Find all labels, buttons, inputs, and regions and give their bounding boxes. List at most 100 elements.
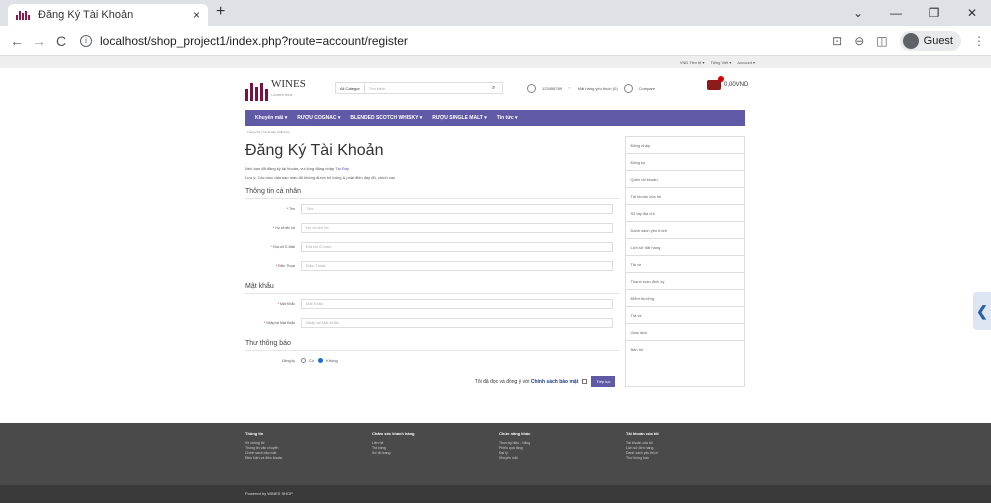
menu-item-promotions[interactable]: Khuyến mãi ▾ bbox=[255, 115, 287, 121]
browser-menu-icon[interactable]: ⋮ bbox=[973, 34, 985, 48]
cart-button[interactable]: 0,00VND bbox=[707, 76, 749, 90]
footer-link[interactable]: Thư thông báo bbox=[626, 456, 753, 461]
search-input[interactable]: Tìm kiếm bbox=[365, 86, 492, 91]
sidebar-item-wishlist[interactable]: Danh sách yêu thích bbox=[626, 222, 744, 239]
main-menu: Khuyến mãi ▾ RƯỢU COGNAC ▾ BLENDED SCOTC… bbox=[245, 110, 745, 126]
cart-total: 0,00VND bbox=[724, 82, 749, 88]
profile-label: Guest bbox=[923, 34, 953, 47]
sidebar-item-login[interactable]: Đăng nhập bbox=[626, 137, 744, 154]
subscribe-no-radio[interactable]: Không bbox=[318, 358, 338, 363]
compare-icon bbox=[623, 84, 633, 93]
cart-icon bbox=[707, 76, 724, 90]
sidebar-item-my-account[interactable]: Tài khoản của tôi bbox=[626, 188, 744, 205]
lastname-label: * Họ và tên lót bbox=[273, 225, 295, 230]
phone-icon bbox=[527, 84, 536, 93]
breadcrumb[interactable]: Trang chủ | Tài khoản | Đăng Ký bbox=[245, 126, 745, 136]
phone-input[interactable]: Điện Thoại: bbox=[301, 260, 613, 271]
browser-tab[interactable]: Đăng Ký Tài Khoản × bbox=[8, 4, 208, 26]
privacy-policy-link[interactable]: Chính sách bảo mật bbox=[531, 379, 579, 385]
powered-by-text: Powered by WINES SHOP bbox=[245, 491, 293, 496]
confirm-password-input[interactable]: Nhập lại Mật Khẩu bbox=[301, 317, 613, 328]
confirm-password-label: * Nhập lại Mật Khẩu bbox=[263, 320, 295, 325]
email-input[interactable]: Địa chỉ E-Mail bbox=[301, 241, 613, 252]
lastname-input[interactable]: Họ và tên lót: bbox=[301, 222, 613, 233]
tab-title: Đăng Ký Tài Khoản bbox=[38, 9, 134, 21]
site-footer: Thông tin Về chúng tôi Thông tin vận chu… bbox=[0, 423, 991, 503]
section-personal-info: Thông tin cá nhân bbox=[245, 180, 620, 199]
site-favicon-icon bbox=[16, 10, 30, 20]
firstname-input[interactable]: Tên: bbox=[301, 203, 613, 214]
chevron-left-icon[interactable]: ❮ bbox=[973, 292, 991, 330]
sidebar-item-address-book[interactable]: Sổ tay địa chỉ bbox=[626, 205, 744, 222]
site-container: WINES CASHIEN SHOP All Categor Tìm kiếm ⌕… bbox=[245, 68, 749, 387]
account-dropdown[interactable]: Account ▾ bbox=[737, 60, 755, 65]
wishlist-link[interactable]: Mặt hàng yêu thích (0) bbox=[578, 86, 618, 91]
new-tab-button[interactable]: + bbox=[216, 3, 225, 21]
footer-link[interactable]: Sơ đồ trang bbox=[372, 451, 499, 456]
url-field[interactable]: i localhost/shop_project1/index.php?rout… bbox=[80, 34, 408, 48]
sidebar-item-reward-points[interactable]: Điểm thưởng bbox=[626, 290, 744, 307]
window-close-button[interactable]: ✕ bbox=[953, 6, 991, 20]
footer-col-account: Tài khoản của tôi Tài khoản của tôi Lịch… bbox=[626, 431, 753, 461]
minimize-button[interactable]: — bbox=[877, 6, 915, 20]
translate-icon[interactable]: ⊡ bbox=[832, 34, 842, 48]
sidebar-item-transactions[interactable]: Giao dịch bbox=[626, 324, 744, 341]
tab-search-icon[interactable]: ⌄ bbox=[839, 6, 877, 20]
section-password: Mật khẩu bbox=[245, 275, 620, 294]
zoom-icon[interactable]: ⊖ bbox=[854, 34, 864, 48]
account-sidebar: Đăng nhập Đăng ký Quên tài khoản Tài kho… bbox=[625, 136, 745, 387]
search-category-select[interactable]: All Categor bbox=[336, 83, 365, 93]
password-label: * Mật Khẩu bbox=[277, 301, 295, 306]
site-topbar: VND Tiền tệ ▾ Tiếng Việt ▾ Account ▾ bbox=[0, 56, 991, 68]
continue-button[interactable]: Tiếp tục bbox=[591, 376, 616, 387]
footer-link[interactable]: Điều kiện và điều khoản bbox=[245, 456, 372, 461]
reload-button[interactable]: C bbox=[50, 33, 72, 49]
login-link[interactable]: Tại Đây. bbox=[335, 166, 350, 171]
sidebar-item-recurring[interactable]: Thanh toán định kỳ bbox=[626, 273, 744, 290]
site-logo[interactable]: WINES CASHIEN SHOP bbox=[245, 77, 306, 101]
agree-text: Tôi đã đọc và đồng ý với Chính sách bảo … bbox=[474, 378, 579, 385]
sidebar-item-order-history[interactable]: Lịch sử đặt hàng bbox=[626, 239, 744, 256]
footer-col-info: Thông tin Về chúng tôi Thông tin vận chu… bbox=[245, 431, 372, 461]
menu-item-news[interactable]: Tin tức ▾ bbox=[497, 115, 518, 121]
sidebar-item-downloads[interactable]: Tải về bbox=[626, 256, 744, 273]
page-title: Đăng Ký Tài Khoản bbox=[245, 142, 384, 159]
restore-button[interactable]: ❐ bbox=[915, 6, 953, 20]
search-icon[interactable]: ⌕ bbox=[492, 85, 502, 92]
subscribe-yes-radio[interactable]: Có bbox=[301, 358, 314, 363]
address-bar: ← → C i localhost/shop_project1/index.ph… bbox=[0, 26, 991, 56]
site-info-icon[interactable]: i bbox=[80, 34, 92, 47]
section-newsletter: Thư thông báo bbox=[245, 332, 620, 351]
logo-subtext: CASHIEN SHOP bbox=[271, 93, 293, 97]
back-button[interactable]: ← bbox=[6, 33, 28, 49]
language-dropdown[interactable]: Tiếng Việt ▾ bbox=[711, 60, 732, 65]
subscribe-label: Đăng ký bbox=[282, 358, 295, 363]
tab-close-icon[interactable]: × bbox=[193, 8, 200, 22]
forward-button[interactable]: → bbox=[28, 33, 50, 49]
logo-icon bbox=[245, 83, 268, 101]
menu-item-single-malt[interactable]: RƯỢU SINGLE MALT ▾ bbox=[432, 115, 486, 121]
firstname-label: * Tên bbox=[286, 206, 295, 211]
footer-link[interactable]: Khuyến mãi bbox=[499, 456, 626, 461]
side-panel-icon[interactable]: ◫ bbox=[876, 34, 887, 48]
url-text: localhost/shop_project1/index.php?route=… bbox=[100, 33, 408, 48]
search-box: All Categor Tìm kiếm ⌕ bbox=[335, 82, 503, 94]
menu-item-cognac[interactable]: RƯỢU COGNAC ▾ bbox=[297, 115, 340, 121]
agree-checkbox[interactable] bbox=[582, 379, 588, 384]
compare-link[interactable]: Compare bbox=[639, 86, 655, 91]
login-note: Nếu bạn đã đăng ký tài khoản, vui lòng đ… bbox=[245, 166, 350, 171]
register-form: Đăng Ký Tài Khoản Nếu bạn đã đăng ký tài… bbox=[245, 136, 620, 387]
agree-row: Tôi đã đọc và đồng ý với Chính sách bảo … bbox=[245, 376, 619, 387]
sidebar-item-register[interactable]: Đăng ký bbox=[626, 154, 744, 171]
email-label: * Địa chỉ E-Mail bbox=[271, 244, 295, 249]
avatar bbox=[902, 32, 919, 49]
sidebar-item-forgot[interactable]: Quên tài khoản bbox=[626, 171, 744, 188]
menu-item-blended-scotch[interactable]: BLENDED SCOTCH WHISKY ▾ bbox=[350, 115, 422, 121]
profile-button[interactable]: Guest bbox=[899, 30, 961, 51]
browser-tabbar: Đăng Ký Tài Khoản × + ⌄ — ❐ ✕ bbox=[0, 0, 991, 26]
phone-label: * Điện Thoại bbox=[275, 263, 295, 268]
sidebar-item-newsletter[interactable]: Bản tin bbox=[626, 341, 744, 358]
sidebar-item-returns[interactable]: Trả về bbox=[626, 307, 744, 324]
password-input[interactable]: Mật Khẩu: bbox=[301, 298, 613, 309]
currency-dropdown[interactable]: VND Tiền tệ ▾ bbox=[680, 60, 705, 65]
